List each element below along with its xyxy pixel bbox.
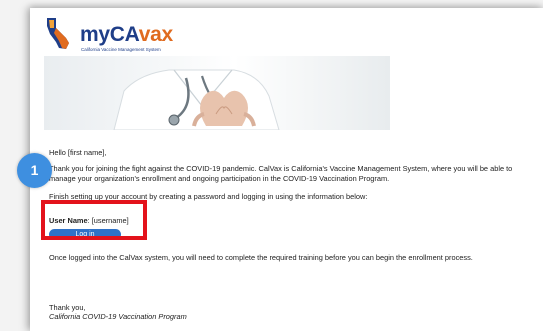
training-paragraph: Once logged into the CalVax system, you … (49, 253, 473, 262)
step-number-badge: 1 (17, 153, 52, 188)
logo-tagline: California Vaccine Management System (81, 47, 161, 52)
greeting: Hello [first name], (49, 148, 107, 157)
highlight-box (41, 200, 147, 240)
signature: California COVID-19 Vaccination Program (49, 312, 187, 321)
mycavax-logo: myCAvax California Vaccine Management Sy… (44, 16, 214, 56)
hero-image-doctor-heart-hands (44, 56, 390, 130)
intro-paragraph: Thank you for joining the fight against … (49, 164, 513, 183)
california-map-icon (47, 18, 69, 49)
email-body: myCAvax California Vaccine Management Sy… (30, 8, 543, 331)
logo-wordmark: myCAvax (80, 23, 173, 46)
